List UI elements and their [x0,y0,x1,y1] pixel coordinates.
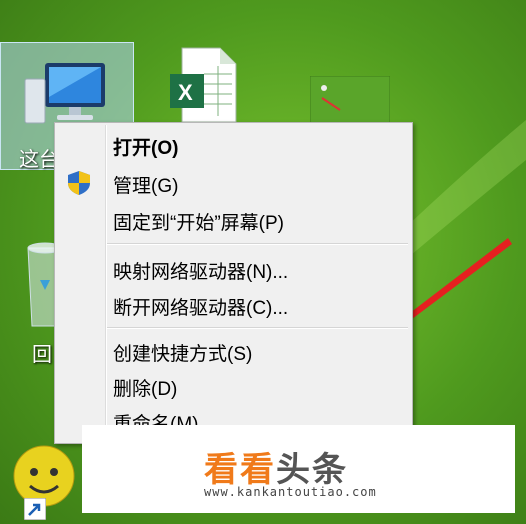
menu-item-manage[interactable]: 管理(G) [113,171,178,198]
context-menu: 打开(O) 管理(G) 固定到“开始”屏幕(P) 映射网络驱动器(N)... 断… [54,122,413,444]
menu-item-map-network-drive[interactable]: 映射网络驱动器(N)... [113,257,288,284]
menu-icon-gutter [105,125,107,441]
menu-item-create-shortcut[interactable]: 创建快捷方式(S) [113,339,252,366]
menu-item-pin-to-start[interactable]: 固定到“开始”屏幕(P) [113,208,284,235]
watermark-brand: 看看头条 [204,442,348,491]
watermark-banner: 看看头条 www.kankantoutiao.com [82,425,515,513]
uac-shield-icon [68,171,90,195]
menu-item-open[interactable]: 打开(O) [113,133,178,160]
menu-item-delete[interactable]: 删除(D) [113,374,177,401]
menu-separator [107,327,408,329]
menu-item-disconnect-network-drive[interactable]: 断开网络驱动器(C)... [113,293,288,320]
menu-separator [107,243,408,245]
watermark-url: www.kankantoutiao.com [204,485,377,499]
watermark-brand-part2: 头条 [276,451,348,489]
watermark-brand-part1: 看看 [204,451,276,489]
desktop: 这台 X 回 打开(O) 管理(G) 固定到“开始”屏幕(P) 映射网络驱动器(… [0,0,526,524]
